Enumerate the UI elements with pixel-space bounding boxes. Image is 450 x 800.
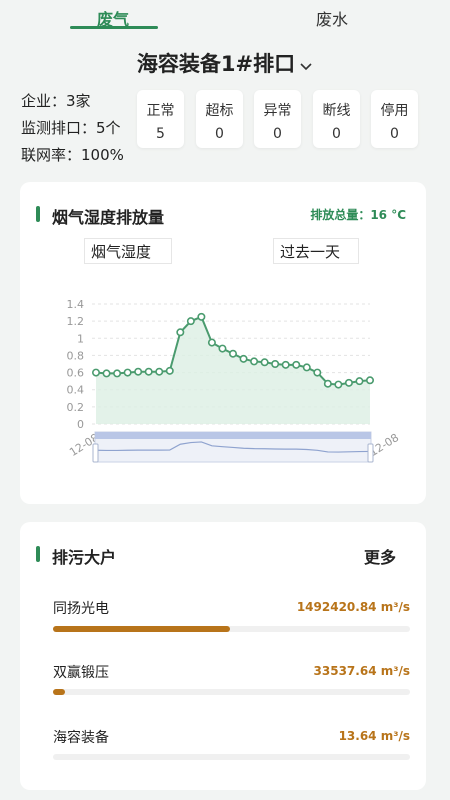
y-tick-label: 1.2 bbox=[67, 315, 85, 328]
outlet-name: 海容装备1#排口 bbox=[136, 52, 296, 76]
data-point bbox=[344, 378, 353, 387]
line-chart: 00.20.40.60.811.21.412-0812-0812-0812-08… bbox=[67, 298, 401, 463]
data-point bbox=[302, 363, 311, 372]
data-point bbox=[176, 328, 185, 337]
status-normal[interactable]: 正常 5 bbox=[137, 90, 184, 148]
emission-chart-card: 烟气湿度排放量 排放总量：16 °C 烟气湿度 过去一天 0 0.2 0.4 0.6 0… bbox=[20, 182, 426, 504]
status-value: 5 bbox=[156, 126, 165, 142]
list-card-title: 排污大户 bbox=[36, 544, 116, 568]
data-point bbox=[186, 317, 195, 326]
data-point bbox=[271, 360, 280, 369]
zoom-handle-left bbox=[92, 443, 99, 463]
online-rate: 联网率：100% bbox=[21, 146, 124, 164]
emission-bar-track bbox=[53, 689, 410, 695]
status-value: 0 bbox=[215, 126, 224, 142]
status-offline[interactable]: 断线 0 bbox=[313, 90, 360, 148]
data-point bbox=[134, 367, 143, 376]
emission-bar-track bbox=[53, 626, 410, 632]
emission-bar-fill bbox=[53, 626, 231, 632]
outlet-selector[interactable]: 海容装备1#排口 bbox=[0, 48, 450, 78]
data-point bbox=[144, 367, 153, 376]
status-label: 正常 bbox=[146, 103, 175, 119]
y-tick-label: 0.2 bbox=[67, 401, 85, 414]
emission-bar-track bbox=[53, 754, 410, 760]
data-point bbox=[197, 312, 206, 321]
tab-bar: 废气 废水 bbox=[0, 0, 450, 30]
status-disabled[interactable]: 停用 0 bbox=[371, 90, 418, 148]
data-point bbox=[292, 360, 301, 369]
data-point bbox=[281, 360, 290, 369]
data-point bbox=[218, 344, 227, 353]
chart-card-title: 烟气湿度排放量 bbox=[36, 204, 164, 228]
status-abnormal[interactable]: 异常 0 bbox=[254, 90, 301, 148]
emission-bar-fill bbox=[53, 689, 65, 695]
status-exceeded[interactable]: 超标 0 bbox=[196, 90, 243, 148]
y-tick-label: 1 bbox=[77, 332, 84, 345]
zoom-slider-bar bbox=[95, 432, 371, 439]
status-label: 停用 bbox=[380, 103, 409, 119]
data-point bbox=[92, 368, 101, 377]
emission-total: 排放总量：16 °C bbox=[310, 208, 406, 222]
chevron-down-icon bbox=[299, 53, 313, 77]
tab-waste-water[interactable]: 废水 bbox=[287, 6, 377, 30]
more-link[interactable]: 更多 bbox=[364, 544, 396, 568]
data-point bbox=[207, 338, 216, 347]
status-label: 断线 bbox=[322, 103, 351, 119]
status-value: 0 bbox=[273, 126, 282, 142]
data-point bbox=[334, 380, 343, 389]
data-point bbox=[323, 379, 332, 388]
outlet-count: 监测排口：5个 bbox=[21, 119, 121, 137]
company-name: 海容装备 bbox=[53, 730, 109, 746]
y-tick-label: 1.4 bbox=[67, 298, 85, 311]
status-label: 超标 bbox=[205, 103, 234, 119]
status-value: 0 bbox=[390, 126, 399, 142]
summary-stats: 企业：3家 监测排口：5个 联网率：100% bbox=[21, 88, 124, 169]
data-point bbox=[355, 377, 364, 386]
data-point bbox=[113, 369, 122, 378]
period-select[interactable]: 过去一天 bbox=[273, 238, 359, 264]
y-tick-label: 0.8 bbox=[67, 349, 85, 362]
company-count: 企业：3家 bbox=[21, 92, 91, 110]
data-point bbox=[165, 366, 174, 375]
company-value: 33537.64 m³/s bbox=[313, 664, 410, 678]
company-name: 双赢锻压 bbox=[53, 665, 109, 681]
zoom-handle-right bbox=[367, 443, 374, 463]
data-point bbox=[155, 367, 164, 376]
status-label: 异常 bbox=[263, 103, 292, 119]
data-point bbox=[102, 369, 111, 378]
factor-select[interactable]: 烟气湿度 bbox=[84, 238, 172, 264]
data-point bbox=[250, 357, 259, 366]
y-tick-label: 0.6 bbox=[67, 367, 85, 380]
data-point bbox=[239, 354, 248, 363]
tab-active-indicator bbox=[70, 26, 158, 29]
company-value: 1492420.84 m³/s bbox=[296, 600, 410, 614]
company-name: 同扬光电 bbox=[53, 601, 109, 617]
y-tick-label: 0 bbox=[77, 418, 84, 431]
data-point bbox=[123, 368, 132, 377]
data-point bbox=[260, 358, 269, 367]
status-value: 0 bbox=[332, 126, 341, 142]
data-point bbox=[313, 368, 322, 377]
data-point bbox=[229, 349, 238, 358]
top-polluters-card: 排污大户 更多 同扬光电 1492420.84 m³/s 双赢锻压 33537.… bbox=[20, 522, 426, 790]
data-point bbox=[365, 376, 374, 385]
company-value: 13.64 m³/s bbox=[338, 729, 410, 743]
y-tick-label: 0.4 bbox=[67, 384, 85, 397]
